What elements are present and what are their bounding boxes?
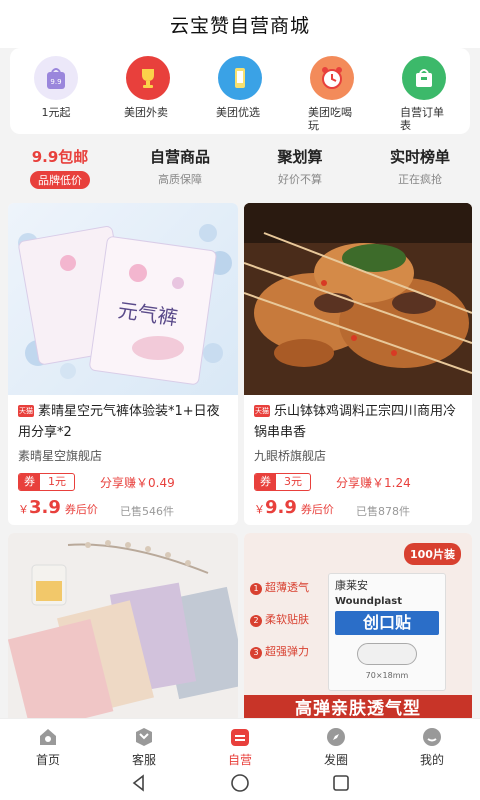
recent-apps-icon[interactable]: [331, 773, 351, 797]
tab-subtitle: 正在疯抢: [398, 173, 442, 186]
tmall-badge: 天猫: [254, 405, 270, 417]
product-name-row: 天猫 乐山钵钵鸡调料正宗四川商用冷锅串串香: [254, 401, 464, 443]
nav-label: 客服: [131, 753, 156, 767]
home-circle-icon[interactable]: [229, 772, 251, 798]
shop-name: 素晴星空旗舰店: [18, 449, 103, 463]
tab-subtitle: 高质保障: [158, 173, 202, 186]
feature-item: 1 超薄透气: [250, 579, 330, 595]
category-meituan-chihewan[interactable]: 美团吃喝玩: [286, 48, 378, 134]
system-navigation-bar: [0, 770, 480, 800]
smartphone-icon: [218, 56, 262, 100]
filter-tabs: 9.9包邮 品牌低价 自营商品 高质保障 聚划算 好价不算 实时榜单 正在疯抢: [0, 140, 480, 192]
alarm-clock-icon: [310, 56, 354, 100]
product-image: [244, 203, 472, 395]
product-card[interactable]: 100片装 1 超薄透气 2 柔软贴肤 3 超强弹力 康莱安 Woundplast 创…: [244, 533, 472, 723]
share-earn[interactable]: 分享赚￥1.24: [336, 474, 411, 491]
brand-en: Woundplast: [335, 596, 403, 607]
tab-live-ranking[interactable]: 实时榜单 正在疯抢: [360, 140, 480, 192]
back-icon[interactable]: [129, 773, 149, 797]
compass-icon: [324, 725, 348, 749]
product-box-title: 创口贴: [335, 611, 439, 635]
category-label: 美团吃喝玩: [308, 106, 352, 132]
nav-self-operated[interactable]: 自营: [192, 719, 288, 770]
currency: ￥: [254, 503, 265, 516]
category-label: 美团外卖: [124, 106, 168, 119]
coupon-tag: 券 3元: [254, 473, 311, 491]
bandage-graphic: [357, 643, 417, 665]
product-card[interactable]: 元气裤 天猫 素晴星空元气裤体验装*1+日夜用分享*2 素晴星空旗舰店 券 1元 分…: [8, 203, 238, 525]
customer-service-icon: [132, 725, 156, 749]
product-name: 素晴星空元气裤体验装*1+日夜用分享*2: [18, 404, 220, 440]
product-name-row: 天猫 素晴星空元气裤体验装*1+日夜用分享*2: [18, 401, 228, 443]
nine-nine-bag-icon: 9.9: [34, 56, 78, 100]
tab-nine-nine[interactable]: 9.9包邮 品牌低价: [0, 140, 120, 192]
product-image: 元气裤: [8, 203, 238, 395]
tab-subtitle: 品牌低价: [30, 171, 90, 189]
product-card[interactable]: [8, 533, 238, 723]
bottom-navigation: 首页 客服 自营 发圈 我的: [0, 718, 480, 770]
category-meituan-waimai[interactable]: 美团外卖: [102, 48, 194, 134]
price: ￥9.9 券后价: [254, 497, 334, 518]
profile-icon: [420, 725, 444, 749]
nav-profile[interactable]: 我的: [384, 719, 480, 770]
app-header: 云宝赞自营商城: [0, 0, 480, 48]
tab-title: 聚划算: [277, 148, 323, 166]
nav-customer-service[interactable]: 客服: [96, 719, 192, 770]
price-value: 3.9: [29, 497, 61, 518]
tab-title: 9.9包邮: [31, 148, 89, 166]
nav-moments[interactable]: 发圈: [288, 719, 384, 770]
price: ￥3.9 券后价: [18, 497, 98, 518]
category-label: 1元起: [41, 106, 71, 119]
after-coupon-label: 券后价: [64, 503, 98, 516]
nav-label: 我的: [419, 753, 444, 767]
store-icon: [228, 725, 252, 749]
size-label: 70×18mm: [365, 671, 409, 680]
home-icon: [36, 725, 60, 749]
tab-juhuasuan[interactable]: 聚划算 好价不算: [240, 140, 360, 192]
price-value: 9.9: [265, 497, 297, 518]
tab-title: 自营商品: [149, 148, 210, 166]
tab-subtitle: 好价不算: [278, 173, 322, 186]
category-meituan-youxuan[interactable]: 美团优选: [194, 48, 286, 134]
tab-title: 实时榜单: [389, 148, 450, 166]
feature-item: 2 柔软贴肤: [250, 611, 330, 627]
product-image: [8, 533, 238, 723]
feature-item: 3 超强弹力: [250, 643, 330, 659]
product-card[interactable]: 天猫 乐山钵钵鸡调料正宗四川商用冷锅串串香 九眼桥旗舰店 券 3元 分享赚￥1.24…: [244, 203, 472, 525]
trophy-icon: [126, 56, 170, 100]
coupon-tag: 券 1元: [18, 473, 75, 491]
nav-label: 发圈: [323, 753, 348, 767]
svg-text:9.9: 9.9: [50, 78, 61, 86]
nav-label: 自营: [227, 753, 252, 767]
product-name: 乐山钵钵鸡调料正宗四川商用冷锅串串香: [254, 404, 457, 440]
nav-home[interactable]: 首页: [0, 719, 96, 770]
coupon-label: 券: [19, 474, 40, 490]
sold-count: 已售878件: [356, 505, 410, 518]
product-image: 100片装 1 超薄透气 2 柔软贴肤 3 超强弹力 康莱安 Woundplast 创…: [244, 533, 472, 723]
category-self-order[interactable]: 自营订单表: [378, 48, 470, 134]
category-row: 9.9 1元起 美团外卖 美团优选 美团吃喝玩 自营订单表: [10, 48, 470, 134]
category-label: 自营订单表: [400, 106, 444, 132]
coupon-value: 1元: [48, 475, 66, 488]
coupon-label: 券: [255, 474, 276, 490]
after-coupon-label: 券后价: [300, 503, 334, 516]
category-one-yuan[interactable]: 9.9 1元起: [10, 48, 102, 134]
tmall-badge: 天猫: [18, 405, 34, 417]
share-earn[interactable]: 分享赚￥0.49: [100, 474, 175, 491]
currency: ￥: [18, 503, 29, 516]
sold-count: 已售546件: [120, 505, 174, 518]
brand-name: 康莱安: [335, 579, 368, 592]
page-title: 云宝赞自营商城: [169, 14, 310, 37]
tab-self-operated[interactable]: 自营商品 高质保障: [120, 140, 240, 192]
product-box: 康莱安 Woundplast 创口贴 70×18mm: [328, 573, 446, 691]
feature-list: 1 超薄透气 2 柔软贴肤 3 超强弹力: [250, 579, 330, 659]
category-label: 美团优选: [216, 106, 260, 119]
shopping-bag-icon: [402, 56, 446, 100]
coupon-value: 3元: [284, 475, 302, 488]
nav-label: 首页: [35, 753, 60, 767]
count-badge: 100片装: [404, 543, 461, 565]
shop-name: 九眼桥旗舰店: [254, 449, 327, 463]
